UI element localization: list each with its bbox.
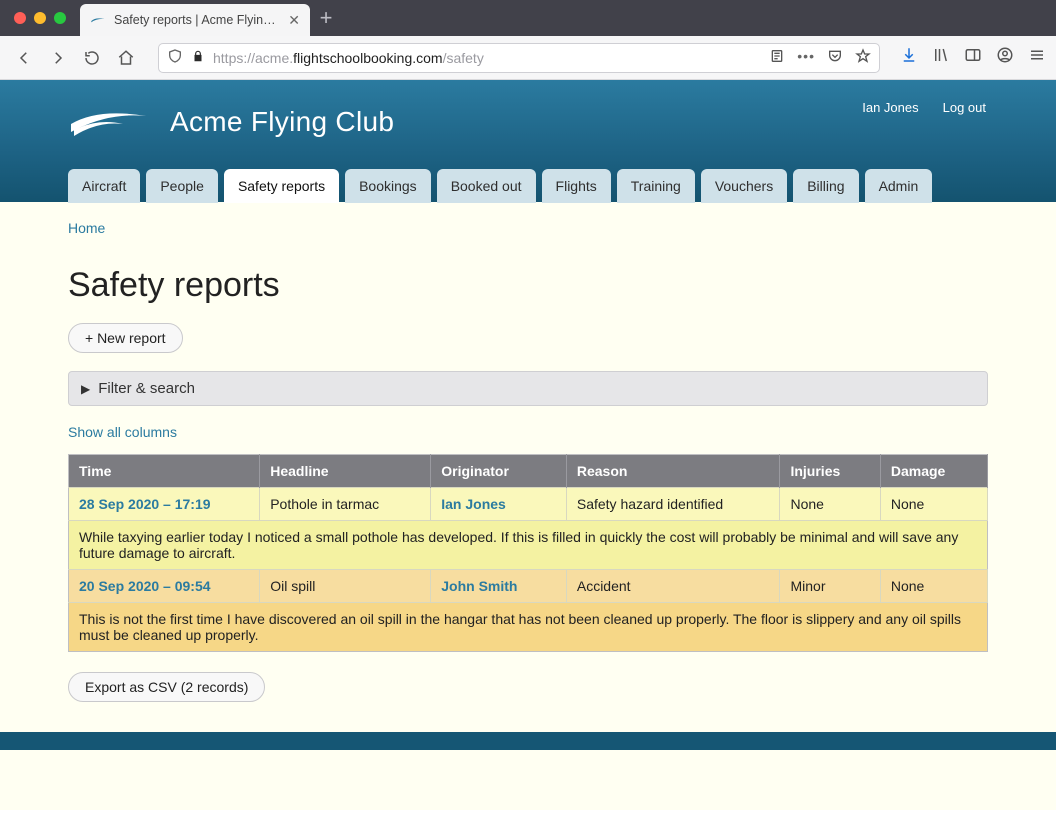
time-link[interactable]: 20 Sep 2020 – 09:54 xyxy=(69,570,260,603)
footer-strip xyxy=(0,732,1056,750)
table-row-description: While taxying earlier today I noticed a … xyxy=(69,521,988,570)
address-bar[interactable]: https://acme.flightschoolbooking.com/saf… xyxy=(158,43,880,73)
breadcrumb-home-link[interactable]: Home xyxy=(68,220,105,236)
filter-search-toggle[interactable]: ▶ Filter & search xyxy=(68,371,988,406)
library-icon[interactable] xyxy=(932,46,950,69)
primary-nav: AircraftPeopleSafety reportsBookingsBook… xyxy=(58,169,998,203)
nav-tab-billing[interactable]: Billing xyxy=(793,169,858,203)
new-report-button[interactable]: + New report xyxy=(68,323,183,353)
expand-triangle-icon: ▶ xyxy=(81,382,90,396)
reload-button[interactable] xyxy=(78,44,106,72)
url-text: https://acme.flightschoolbooking.com/saf… xyxy=(213,50,761,66)
page-actions-icon[interactable]: ••• xyxy=(797,48,815,67)
reason-cell: Accident xyxy=(566,570,780,603)
show-all-columns-link[interactable]: Show all columns xyxy=(68,424,177,440)
export-csv-button[interactable]: Export as CSV (2 records) xyxy=(68,672,265,702)
table-row-description: This is not the first time I have discov… xyxy=(69,603,988,652)
club-name: Acme Flying Club xyxy=(170,106,394,138)
originator-link[interactable]: Ian Jones xyxy=(431,488,567,521)
sidebar-icon[interactable] xyxy=(964,46,982,69)
tab-favicon-icon xyxy=(90,12,106,28)
lock-icon[interactable] xyxy=(191,49,205,66)
account-icon[interactable] xyxy=(996,46,1014,69)
column-header-reason[interactable]: Reason xyxy=(566,455,780,488)
description-cell: While taxying earlier today I noticed a … xyxy=(69,521,988,570)
new-tab-button[interactable]: + xyxy=(310,0,342,36)
injuries-cell: Minor xyxy=(780,570,880,603)
site-header: Acme Flying Club Ian Jones Log out Aircr… xyxy=(0,80,1056,202)
close-window-dot[interactable] xyxy=(14,12,26,24)
tab-title: Safety reports | Acme Flying Cl… xyxy=(114,13,280,27)
close-tab-icon[interactable]: ✕ xyxy=(288,12,300,29)
nav-tab-admin[interactable]: Admin xyxy=(865,169,933,203)
club-logo-icon xyxy=(68,106,148,138)
description-cell: This is not the first time I have discov… xyxy=(69,603,988,652)
window-traffic-lights xyxy=(4,0,80,36)
logout-link[interactable]: Log out xyxy=(943,100,986,115)
headline-cell: Pothole in tarmac xyxy=(260,488,431,521)
column-header-damage[interactable]: Damage xyxy=(880,455,987,488)
time-link[interactable]: 28 Sep 2020 – 17:19 xyxy=(69,488,260,521)
time-link-text[interactable]: 28 Sep 2020 – 17:19 xyxy=(79,496,211,512)
column-header-originator[interactable]: Originator xyxy=(431,455,567,488)
menu-icon[interactable] xyxy=(1028,46,1046,69)
browser-toolbar: https://acme.flightschoolbooking.com/saf… xyxy=(0,36,1056,80)
current-user-link[interactable]: Ian Jones xyxy=(862,100,918,115)
nav-tab-booked-out[interactable]: Booked out xyxy=(437,169,536,203)
column-header-headline[interactable]: Headline xyxy=(260,455,431,488)
nav-tab-flights[interactable]: Flights xyxy=(542,169,611,203)
reader-mode-icon[interactable] xyxy=(769,48,785,67)
originator-link-text[interactable]: John Smith xyxy=(441,578,517,594)
nav-tab-bookings[interactable]: Bookings xyxy=(345,169,431,203)
safety-reports-table: TimeHeadlineOriginatorReasonInjuriesDama… xyxy=(68,454,988,652)
browser-tab-active[interactable]: Safety reports | Acme Flying Cl… ✕ xyxy=(80,4,310,36)
shield-icon[interactable] xyxy=(167,48,183,67)
nav-tab-training[interactable]: Training xyxy=(617,169,695,203)
nav-tab-people[interactable]: People xyxy=(146,169,218,203)
originator-link-text[interactable]: Ian Jones xyxy=(441,496,506,512)
originator-link[interactable]: John Smith xyxy=(431,570,567,603)
headline-cell: Oil spill xyxy=(260,570,431,603)
back-button[interactable] xyxy=(10,44,38,72)
page-body: Home Safety reports + New report ▶ Filte… xyxy=(0,202,1056,810)
injuries-cell: None xyxy=(780,488,880,521)
breadcrumb: Home xyxy=(68,220,988,238)
column-header-injuries[interactable]: Injuries xyxy=(780,455,880,488)
bookmark-star-icon[interactable] xyxy=(855,48,871,67)
home-button[interactable] xyxy=(112,44,140,72)
table-row: 28 Sep 2020 – 17:19 Pothole in tarmac Ian … xyxy=(69,488,988,521)
nav-tab-safety-reports[interactable]: Safety reports xyxy=(224,169,339,203)
page-title: Safety reports xyxy=(68,266,988,305)
forward-button[interactable] xyxy=(44,44,72,72)
minimize-window-dot[interactable] xyxy=(34,12,46,24)
table-row: 20 Sep 2020 – 09:54 Oil spill John Smith Ac… xyxy=(69,570,988,603)
downloads-icon[interactable] xyxy=(900,46,918,69)
damage-cell: None xyxy=(880,488,987,521)
column-header-time[interactable]: Time xyxy=(69,455,260,488)
filter-search-label: Filter & search xyxy=(98,380,195,397)
pocket-icon[interactable] xyxy=(827,48,843,67)
nav-tab-vouchers[interactable]: Vouchers xyxy=(701,169,787,203)
browser-tabbar: Safety reports | Acme Flying Cl… ✕ + xyxy=(0,0,1056,36)
fullscreen-window-dot[interactable] xyxy=(54,12,66,24)
reason-cell: Safety hazard identified xyxy=(566,488,780,521)
nav-tab-aircraft[interactable]: Aircraft xyxy=(68,169,140,203)
damage-cell: None xyxy=(880,570,987,603)
time-link-text[interactable]: 20 Sep 2020 – 09:54 xyxy=(79,578,211,594)
